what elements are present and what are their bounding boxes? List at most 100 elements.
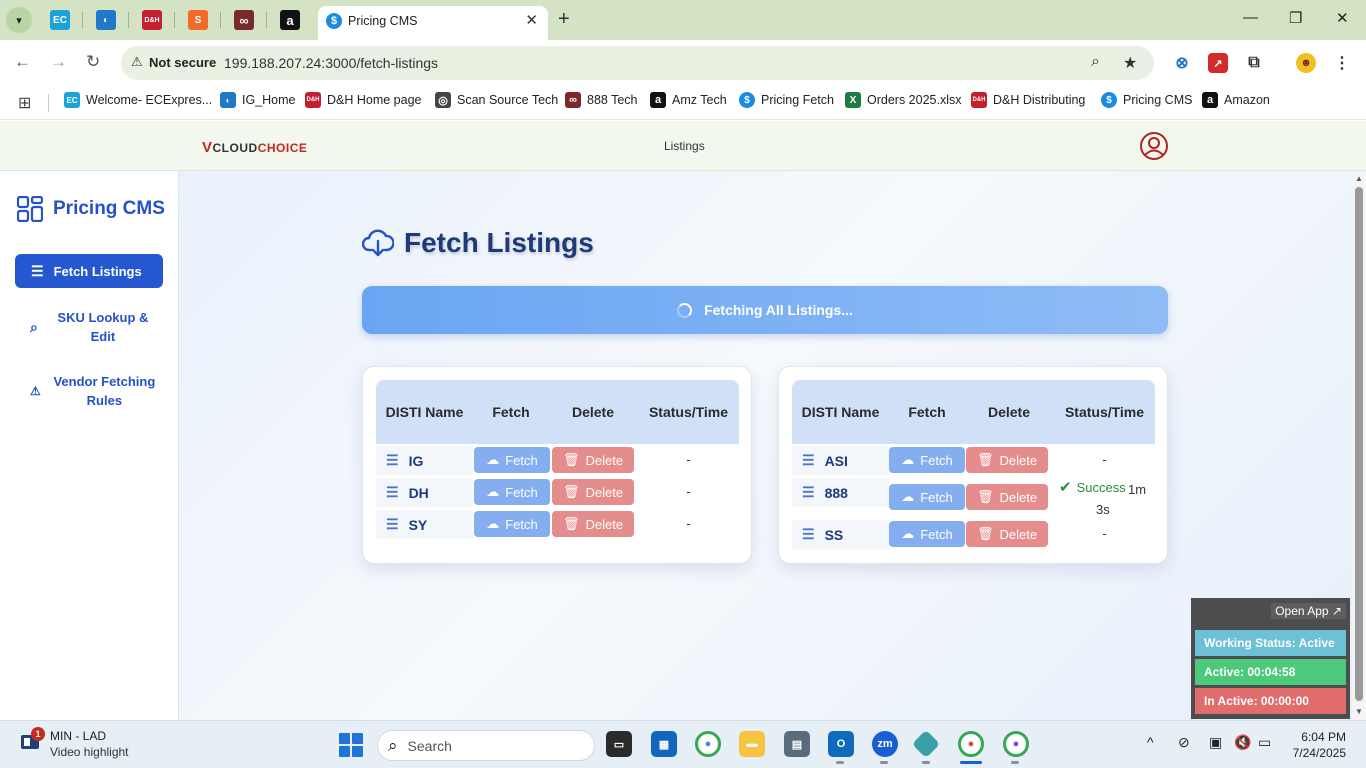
pinned-tab-888-icon[interactable]: ∞ <box>234 10 254 30</box>
zoom-icon[interactable]: ⌕ <box>1091 53 1100 71</box>
bookmark-orders-xlsx[interactable]: X Orders 2025.xlsx <box>845 92 961 108</box>
system-clock[interactable]: 6:04 PM 7/24/2025 <box>1290 729 1346 761</box>
store-icon[interactable]: ▦ <box>651 731 677 757</box>
trash-icon: 🗑 <box>976 489 994 504</box>
fetch-button[interactable]: ☁ Fetch <box>889 521 965 547</box>
page-title-text: Fetch Listings <box>404 227 594 258</box>
outlook-icon[interactable]: O <box>828 731 854 757</box>
zoom-app-icon[interactable]: zm <box>872 731 898 757</box>
windows-start-icon[interactable] <box>339 733 363 757</box>
chrome-profile-2-icon[interactable]: ● <box>1003 731 1029 757</box>
bookmark-ig-home[interactable]: ◐ IG_Home <box>220 92 296 108</box>
address-bar[interactable]: ⚠ Not secure 199.188.207.24:3000/fetch-l… <box>121 46 1154 80</box>
extensions-puzzle-icon[interactable]: ⧉ <box>1244 53 1264 73</box>
file-explorer-icon[interactable]: ▬ <box>739 731 765 757</box>
url-text[interactable]: 199.188.207.24:3000/fetch-listings <box>224 55 438 71</box>
sidebar-item-vendor-rules[interactable]: ⚠ Vendor Fetching Rules <box>30 372 160 410</box>
888-icon: ∞ <box>565 92 581 108</box>
display-icon[interactable]: ▣ <box>1209 734 1222 751</box>
chrome-profile-icon[interactable]: ● <box>958 731 984 757</box>
delete-button[interactable]: 🗑 Delete <box>966 484 1048 510</box>
security-label[interactable]: Not secure <box>149 55 216 70</box>
amazon-icon: a <box>650 92 666 108</box>
tray-chevron-icon[interactable]: ^ <box>1147 734 1154 750</box>
volume-muted-icon[interactable]: 🔇 <box>1234 734 1251 751</box>
trash-icon: 🗑 <box>562 484 580 499</box>
new-tab-icon[interactable]: + <box>558 8 570 31</box>
delete-button[interactable]: 🗑 Delete <box>552 479 634 505</box>
warning-icon[interactable]: ⚠ <box>131 54 143 70</box>
close-window-icon[interactable]: ✕ <box>1336 9 1349 27</box>
delete-button[interactable]: 🗑 Delete <box>552 511 634 537</box>
delete-button[interactable]: 🗑 Delete <box>966 447 1048 473</box>
battery-icon[interactable]: ▭ <box>1258 734 1271 751</box>
delete-button[interactable]: 🗑 Delete <box>552 447 634 473</box>
fetch-button[interactable]: ☁ Fetch <box>889 484 965 510</box>
back-icon[interactable]: ← <box>14 52 31 72</box>
forward-icon[interactable]: → <box>50 52 67 72</box>
dollar-icon: $ <box>1101 92 1117 108</box>
pinned-tab-dh-icon[interactable]: D&H <box>142 10 162 30</box>
fetch-button[interactable]: ☁ Fetch <box>474 511 550 537</box>
scroll-down-icon[interactable]: ▼ <box>1355 707 1363 716</box>
news-title[interactable]: MIN - LAD <box>50 729 106 743</box>
bookmark-dh-distributing[interactable]: D&H D&H Distributing <box>971 92 1085 108</box>
bookmark-label: Welcome- ECExpres... <box>86 93 213 107</box>
extension-pdf-icon[interactable]: ↗ <box>1208 53 1228 73</box>
bookmark-amz-tech[interactable]: a Amz Tech <box>650 92 727 108</box>
fetch-button[interactable]: ☁ Fetch <box>474 479 550 505</box>
delete-label: Delete <box>585 516 624 532</box>
dollar-icon: $ <box>326 13 342 29</box>
fetch-button[interactable]: ☁ Fetch <box>474 447 550 473</box>
active-tab[interactable]: $ Pricing CMS ✕ <box>318 6 548 40</box>
open-app-button[interactable]: Open App ↗ <box>1271 603 1346 619</box>
pinned-tab-sublime-icon[interactable]: S <box>188 10 208 30</box>
news-subtitle[interactable]: Video highlight <box>50 745 129 759</box>
bookmark-888-tech[interactable]: ∞ 888 Tech <box>565 92 638 108</box>
bookmark-amazon[interactable]: a Amazon <box>1202 92 1270 108</box>
database-icon: ☰ <box>802 526 815 542</box>
calculator-icon[interactable]: ▤ <box>784 731 810 757</box>
pinned-tab-amazon-icon[interactable]: a <box>280 10 300 30</box>
bookmark-pricing-fetch[interactable]: $ Pricing Fetch <box>739 92 834 108</box>
fetch-all-button[interactable]: Fetching All Listings... <box>362 286 1168 334</box>
bookmark-pricing-cms[interactable]: $ Pricing CMS <box>1101 92 1192 108</box>
delete-button[interactable]: 🗑 Delete <box>966 521 1048 547</box>
apps-grid-icon[interactable]: ⊞ <box>18 93 31 113</box>
bookmark-star-icon[interactable]: ★ <box>1123 53 1137 73</box>
minimize-icon[interactable]: — <box>1243 9 1258 26</box>
bookmark-dh-home[interactable]: D&H D&H Home page <box>305 92 422 108</box>
pinned-tab-ecexpress-icon[interactable]: EC <box>50 10 70 30</box>
bookmark-ecexpress[interactable]: EC Welcome- ECExpres... <box>64 92 212 108</box>
bookmark-label: Amz Tech <box>672 93 727 107</box>
sidebar-item-fetch-listings[interactable]: ☰ Fetch Listings <box>15 254 163 288</box>
page-scrollbar[interactable]: ▲ ▼ <box>1352 171 1366 720</box>
extension-compass-icon[interactable]: ⊗ <box>1172 53 1192 73</box>
sidebar-item-sku-lookup[interactable]: ⌕ SKU Lookup & Edit <box>30 308 160 346</box>
pinned-tab-ig-icon[interactable]: ◐ <box>96 10 116 30</box>
tab-search-chevron-icon[interactable]: ▾ <box>6 7 32 33</box>
bookmark-scan-source[interactable]: ◎ Scan Source Tech <box>435 92 558 108</box>
reload-icon[interactable]: ↻ <box>86 52 100 72</box>
browser-menu-icon[interactable]: ⋮ <box>1332 53 1352 73</box>
vcloudchoice-logo[interactable]: VCLOUDCHOICE <box>202 139 307 156</box>
table-row: ☰ 888 <box>792 478 889 507</box>
network-off-icon[interactable]: ⊘ <box>1178 734 1190 751</box>
sidebar-brand[interactable]: Pricing CMS <box>17 196 165 222</box>
close-tab-icon[interactable]: ✕ <box>525 11 538 29</box>
disti-name: IG <box>408 452 424 469</box>
fetch-button[interactable]: ☁ Fetch <box>889 447 965 473</box>
scroll-thumb[interactable] <box>1355 187 1363 701</box>
chrome-icon[interactable]: ● <box>695 731 721 757</box>
task-view-icon[interactable]: ▭ <box>606 731 632 757</box>
scroll-up-icon[interactable]: ▲ <box>1355 174 1363 183</box>
maximize-icon[interactable]: ❐ <box>1289 9 1302 27</box>
app-diamond-icon[interactable] <box>911 729 941 759</box>
user-profile-icon[interactable] <box>1139 131 1169 161</box>
cloud-icon: ☁ <box>486 484 500 499</box>
status-text: - <box>686 484 691 499</box>
nav-listings[interactable]: Listings <box>664 139 705 153</box>
delete-label: Delete <box>999 489 1038 505</box>
profile-avatar-icon[interactable]: ☻ <box>1296 53 1316 73</box>
taskbar-search[interactable]: ⌕ Search <box>377 730 595 761</box>
